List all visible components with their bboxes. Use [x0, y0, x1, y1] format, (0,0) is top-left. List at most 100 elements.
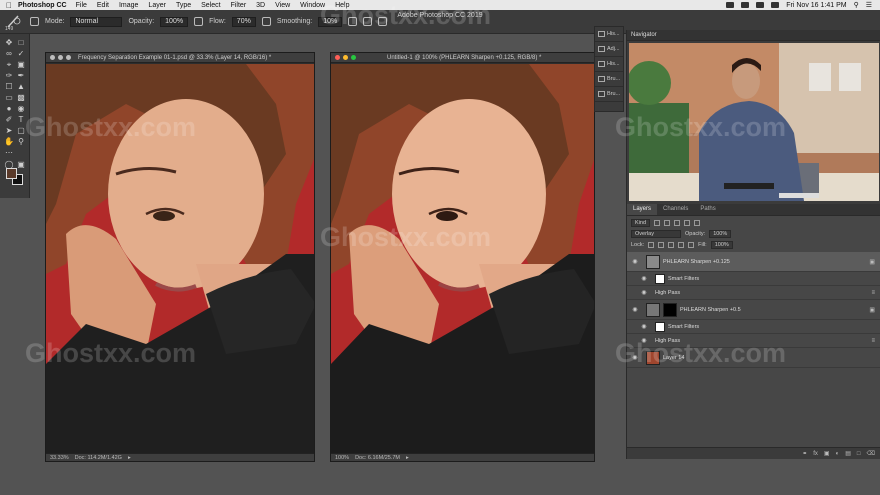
move-tool-icon[interactable]: ✥	[4, 38, 14, 47]
menu-edit[interactable]: Edit	[97, 2, 109, 9]
document-window-left[interactable]: Frequency Separation Example 01-1.psd @ …	[45, 52, 315, 462]
search-icon[interactable]: ⚲	[854, 1, 859, 9]
document-titlebar[interactable]: Frequency Separation Example 01-1.psd @ …	[46, 53, 314, 63]
layer-row[interactable]: ◉ PHLEARN Sharpen +0.5 ▣	[627, 300, 880, 320]
symmetry-icon[interactable]	[378, 17, 388, 26]
lock-image-icon[interactable]	[658, 241, 665, 248]
menu-window[interactable]: Window	[300, 2, 325, 9]
visibility-eye-icon[interactable]: ◉	[639, 289, 649, 296]
navigator-preview[interactable]	[629, 43, 879, 201]
panel-histogram[interactable]: His...	[595, 57, 623, 72]
opacity-field[interactable]: 100%	[160, 16, 189, 27]
panel-adjustments[interactable]: Adj...	[595, 42, 623, 57]
filter-options-icon[interactable]: ≡	[871, 338, 875, 344]
close-icon[interactable]	[50, 55, 55, 60]
menu-file[interactable]: File	[76, 2, 87, 9]
lasso-tool-icon[interactable]: ∞	[4, 49, 14, 58]
new-layer-icon[interactable]: □	[857, 451, 861, 457]
brush-settings-icon[interactable]	[30, 17, 39, 26]
mode-dropdown[interactable]: Normal	[70, 16, 123, 27]
close-icon[interactable]	[335, 55, 340, 60]
tab-paths[interactable]: Paths	[694, 204, 721, 215]
gear-icon[interactable]	[348, 17, 358, 26]
menu-help[interactable]: Help	[335, 2, 349, 9]
minimize-icon[interactable]	[58, 55, 63, 60]
canvas[interactable]	[46, 64, 314, 453]
kind-filter-dropdown[interactable]: Kind	[631, 218, 651, 227]
pressure-opacity-icon[interactable]	[194, 17, 204, 26]
filter-pixel-icon[interactable]	[654, 219, 661, 226]
foreground-color-swatch[interactable]	[6, 168, 17, 179]
status-icon[interactable]	[726, 2, 735, 8]
mask-icon[interactable]: ▣	[824, 450, 830, 457]
zoom-level[interactable]: 100%	[335, 455, 349, 461]
lock-artboard-icon[interactable]	[678, 241, 685, 248]
quick-select-tool-icon[interactable]: ✓	[16, 49, 26, 58]
status-arrow-icon[interactable]: ▸	[128, 455, 131, 461]
airbrush-icon[interactable]	[261, 17, 271, 26]
slice-tool-icon[interactable]: ▣	[16, 60, 26, 69]
pressure-size-icon[interactable]	[363, 17, 373, 26]
app-menu[interactable]: Photoshop CC	[18, 2, 67, 9]
menu-filter[interactable]: Filter	[231, 2, 247, 9]
doc-size[interactable]: Doc: 6.16M/25.7M	[355, 455, 400, 461]
layer-row[interactable]: ◉ High Pass ≡	[627, 334, 880, 348]
tab-layers[interactable]: Layers	[627, 204, 658, 215]
status-arrow-icon[interactable]: ▸	[406, 455, 409, 461]
apple-icon[interactable]: 	[0, 1, 18, 10]
visibility-eye-icon[interactable]: ◉	[639, 337, 649, 344]
tab-channels[interactable]: Channels	[657, 204, 694, 215]
layer-row[interactable]: ◉ Smart Filters	[627, 320, 880, 334]
trash-icon[interactable]: ⌫	[867, 450, 875, 457]
panel-brush[interactable]: Bru...	[595, 72, 623, 87]
filter-options-icon[interactable]: ≡	[871, 290, 875, 296]
document-window-right[interactable]: Untitled-1 @ 100% (PHLEARN Sharpen +0.12…	[330, 52, 595, 462]
layer-row[interactable]: ◉ High Pass ≡	[627, 286, 880, 300]
shape-tool-icon[interactable]: ▢	[16, 126, 26, 135]
menu-list-icon[interactable]: ☰	[866, 1, 872, 9]
hand-tool-icon[interactable]: ✋	[4, 137, 14, 146]
menu-image[interactable]: Image	[119, 2, 138, 9]
layer-row[interactable]: ◉ PHLEARN Sharpen +0.125 ▣	[627, 252, 880, 272]
eraser-tool-icon[interactable]: ▭	[4, 93, 14, 102]
menu-3d[interactable]: 3D	[256, 2, 265, 9]
panel-history[interactable]: His...	[595, 27, 623, 42]
dodge-tool-icon[interactable]: ◉	[16, 104, 26, 113]
menu-type[interactable]: Type	[176, 2, 191, 9]
battery-icon[interactable]	[771, 2, 780, 8]
menu-select[interactable]: Select	[201, 2, 220, 9]
group-icon[interactable]: ▤	[845, 450, 851, 457]
screen-mode-icon[interactable]: ▣	[16, 160, 26, 169]
visibility-eye-icon[interactable]: ◉	[630, 306, 640, 313]
layer-row[interactable]: ◉ Smart Filters	[627, 272, 880, 286]
blur-tool-icon[interactable]: ●	[4, 104, 14, 113]
link-icon[interactable]: ⚭	[802, 450, 807, 457]
canvas[interactable]	[331, 64, 594, 453]
filter-adjustment-icon[interactable]	[664, 219, 671, 226]
healing-tool-icon[interactable]: ☐	[4, 82, 14, 91]
type-tool-icon[interactable]: T	[16, 115, 26, 124]
gradient-tool-icon[interactable]: ▩	[16, 93, 26, 102]
marquee-tool-icon[interactable]: □	[16, 38, 26, 47]
visibility-eye-icon[interactable]: ◉	[639, 275, 649, 282]
lock-transparent-icon[interactable]	[648, 241, 655, 248]
status-icon[interactable]	[741, 2, 750, 8]
lock-all-icon[interactable]	[688, 241, 695, 248]
layer-opacity-field[interactable]: 100%	[709, 229, 732, 238]
wifi-icon[interactable]	[756, 2, 765, 8]
minimize-icon[interactable]	[343, 55, 348, 60]
filter-type-icon[interactable]	[674, 219, 681, 226]
crop-tool-icon[interactable]: ⌖	[4, 60, 14, 69]
doc-size[interactable]: Doc: 114.2M/1.42G	[75, 455, 122, 461]
brush-tool-icon[interactable]: ✒	[16, 71, 26, 80]
navigator-header[interactable]: Navigator	[627, 30, 880, 41]
more-tools-icon[interactable]: ⋯	[4, 148, 14, 157]
pen-tool-icon[interactable]: ✐	[4, 115, 14, 124]
clone-stamp-tool-icon[interactable]: ▲	[16, 82, 26, 91]
menu-layer[interactable]: Layer	[148, 2, 166, 9]
layer-row[interactable]: ◉ Layer 14	[627, 348, 880, 368]
visibility-eye-icon[interactable]: ◉	[639, 323, 649, 330]
smoothing-field[interactable]: 10%	[318, 16, 343, 27]
layer-fill-field[interactable]: 100%	[710, 240, 733, 249]
adjustment-icon[interactable]: ◐	[836, 451, 840, 457]
